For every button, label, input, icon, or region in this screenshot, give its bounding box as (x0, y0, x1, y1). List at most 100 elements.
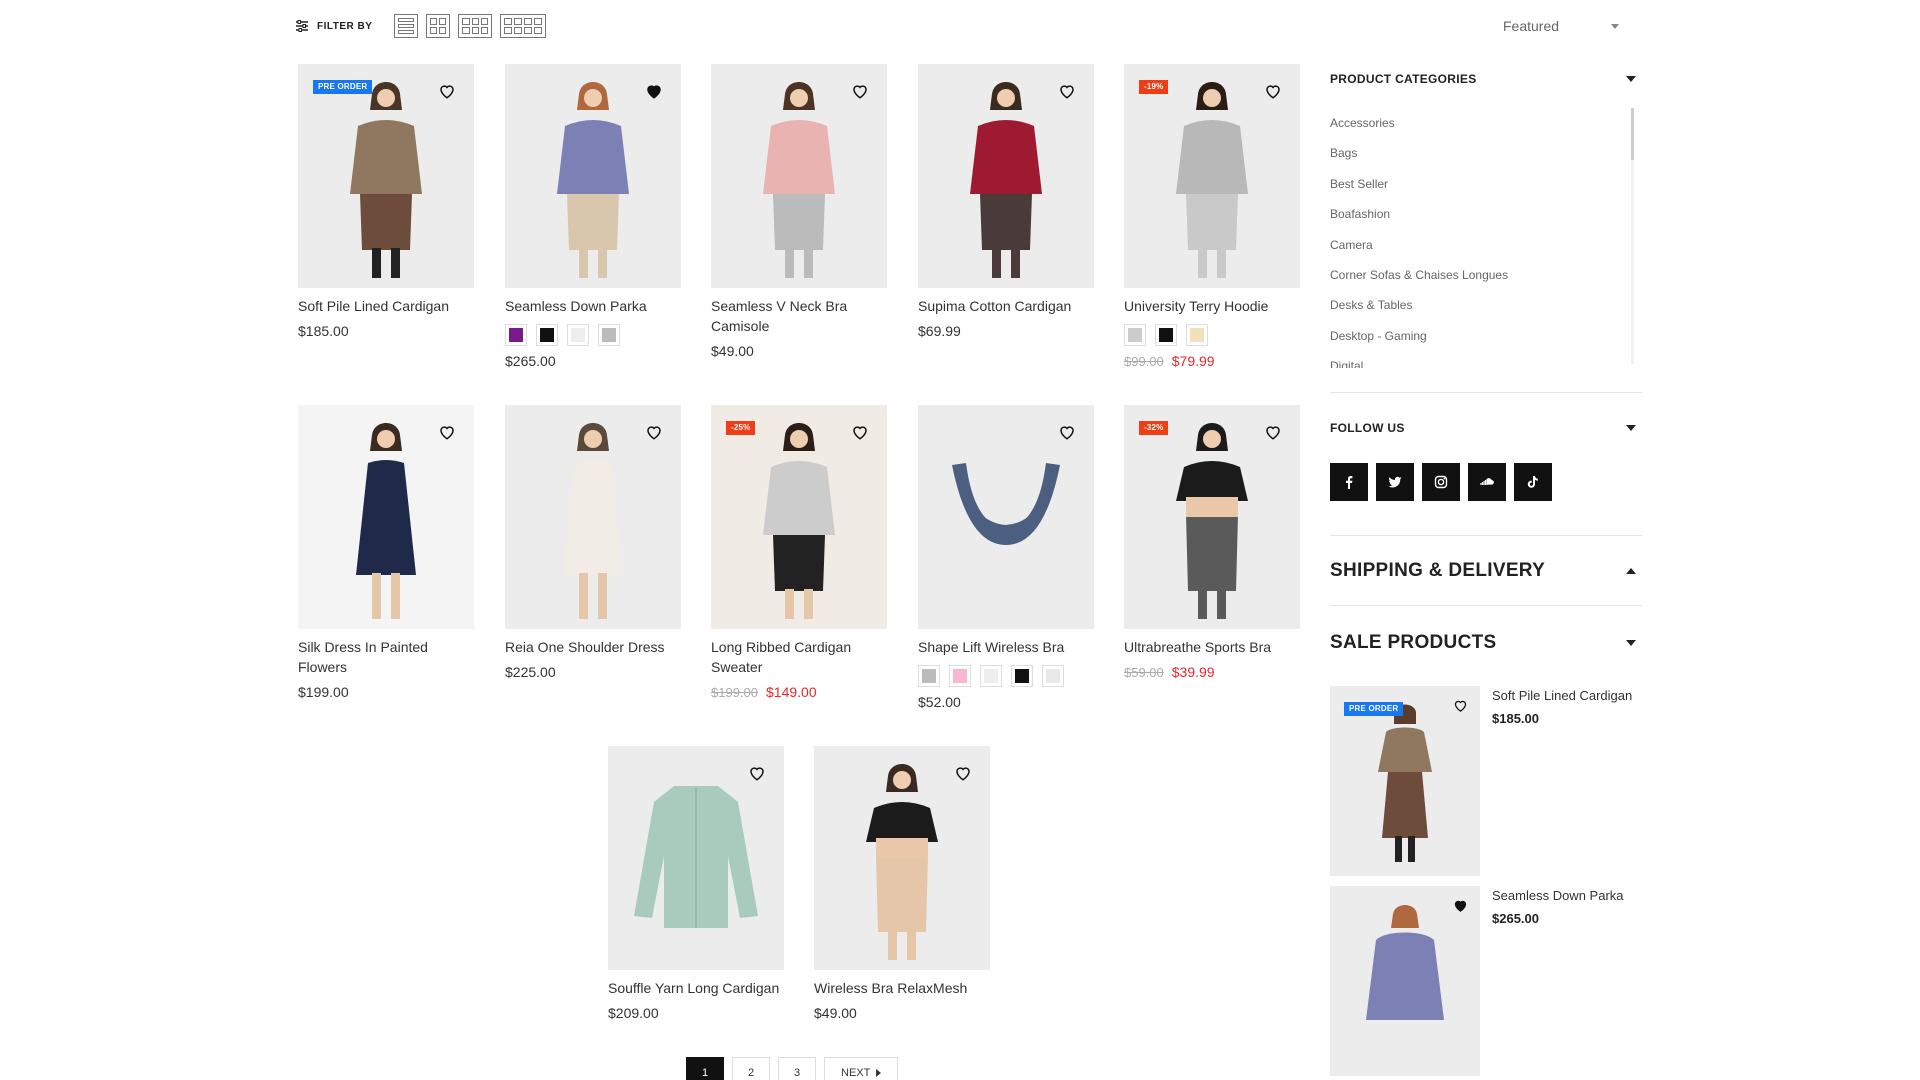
product-price: $199.00 (298, 684, 474, 700)
instagram-icon[interactable] (1422, 463, 1460, 501)
shipping-delivery-toggle[interactable]: SHIPPING & DELIVERY (1330, 560, 1642, 582)
sale-products-toggle[interactable]: SALE PRODUCTS (1330, 632, 1642, 654)
product-name[interactable]: Soft Pile Lined Cardigan (298, 296, 474, 316)
list-view-icon[interactable] (394, 14, 419, 38)
product-name[interactable]: Ultrabreathe Sports Bra (1124, 637, 1300, 657)
divider (1330, 535, 1642, 536)
grid-4-view-icon[interactable] (500, 14, 547, 38)
heart-icon[interactable] (438, 82, 456, 100)
heart-icon[interactable] (1453, 698, 1468, 713)
tiktok-icon[interactable] (1514, 463, 1552, 501)
heart-icon[interactable] (438, 423, 456, 441)
product-name[interactable]: Reia One Shoulder Dress (505, 637, 681, 657)
color-swatch[interactable] (949, 665, 971, 687)
heart-icon[interactable] (1058, 423, 1076, 441)
soundcloud-icon[interactable] (1468, 463, 1506, 501)
product-name[interactable]: Wireless Bra RelaxMesh (814, 978, 990, 998)
product-price: $225.00 (505, 664, 681, 680)
page-button-2[interactable]: 2 (732, 1057, 770, 1080)
categories-toggle[interactable]: PRODUCT CATEGORIES (1330, 72, 1642, 86)
heart-icon[interactable] (851, 82, 869, 100)
product-image[interactable] (608, 746, 784, 970)
sale-products-title: SALE PRODUCTS (1330, 632, 1497, 653)
color-swatch[interactable] (505, 324, 527, 346)
product-name[interactable]: Shape Lift Wireless Bra (918, 637, 1094, 657)
category-item[interactable]: Desks & Tables (1330, 290, 1642, 320)
color-swatch[interactable] (598, 324, 620, 346)
grid-2-view-icon[interactable] (426, 14, 451, 38)
color-swatch[interactable] (918, 665, 940, 687)
heart-icon[interactable] (645, 423, 663, 441)
sort-select[interactable]: Featured (1503, 14, 1627, 38)
facebook-icon[interactable] (1330, 463, 1368, 501)
category-item[interactable]: Digital (1330, 351, 1642, 368)
heart-filled-icon[interactable] (1453, 898, 1468, 913)
sale-product-info: Seamless Down Parka $265.00 (1492, 886, 1624, 1076)
heart-icon[interactable] (851, 423, 869, 441)
twitter-icon[interactable] (1376, 463, 1414, 501)
color-swatch[interactable] (1011, 665, 1033, 687)
product-name[interactable]: University Terry Hoodie (1124, 296, 1300, 316)
product-name[interactable]: Seamless Down Parka (505, 296, 681, 316)
product-name[interactable]: Seamless V Neck Bra Camisole (711, 296, 887, 336)
price-value: $265.00 (505, 353, 556, 369)
product-price: $99.00 $79.99 (1124, 353, 1300, 369)
category-item[interactable]: Best Seller (1330, 169, 1642, 199)
price-value: $49.00 (711, 343, 754, 359)
product-image[interactable]: -32% (1124, 405, 1300, 629)
heart-icon[interactable] (1264, 423, 1282, 441)
sale-product-price: $265.00 (1492, 911, 1539, 926)
product-name[interactable]: Long Ribbed Cardigan Sweater (711, 637, 887, 677)
product-card: Seamless V Neck Bra Camisole $49.00 (711, 64, 887, 359)
product-name[interactable]: Silk Dress In Painted Flowers (298, 637, 474, 677)
sale-product-image[interactable]: PRE ORDER (1330, 686, 1480, 876)
heart-icon[interactable] (954, 764, 972, 782)
product-card: Supima Cotton Cardigan $69.99 (918, 64, 1094, 339)
color-swatch[interactable] (1155, 324, 1177, 346)
category-list[interactable]: Accessories Bags Best Seller Boafashion Came… (1330, 108, 1642, 368)
follow-us-toggle[interactable]: FOLLOW US (1330, 421, 1642, 435)
page-button-1[interactable]: 1 (686, 1057, 724, 1080)
product-image[interactable]: PRE ORDER (298, 64, 474, 288)
product-card: PRE ORDER Soft Pile Lined Cardigan $185.00 (298, 64, 474, 339)
original-price: $59.00 (1124, 665, 1164, 680)
product-image[interactable] (505, 405, 681, 629)
color-swatch[interactable] (567, 324, 589, 346)
color-swatch[interactable] (1186, 324, 1208, 346)
sale-product-name[interactable]: Seamless Down Parka (1492, 888, 1624, 903)
category-item[interactable]: Bags (1330, 138, 1642, 168)
category-item[interactable]: Boafashion (1330, 199, 1642, 229)
product-name[interactable]: Souffle Yarn Long Cardigan (608, 978, 784, 998)
sale-price: $149.00 (766, 684, 817, 700)
heart-icon[interactable] (1264, 82, 1282, 100)
filter-by-button[interactable]: FILTER BY (295, 19, 372, 33)
product-image[interactable]: -19% (1124, 64, 1300, 288)
sale-product-name[interactable]: Soft Pile Lined Cardigan (1492, 688, 1632, 703)
product-image[interactable] (298, 405, 474, 629)
color-swatch[interactable] (1042, 665, 1064, 687)
grid-3-view-icon[interactable] (458, 14, 493, 38)
color-swatch[interactable] (1124, 324, 1146, 346)
product-image[interactable] (814, 746, 990, 970)
category-item[interactable]: Accessories (1330, 108, 1642, 138)
category-item[interactable]: Desktop - Gaming (1330, 321, 1642, 351)
category-item[interactable]: Camera (1330, 230, 1642, 260)
category-item[interactable]: Corner Sofas & Chaises Longues (1330, 260, 1642, 290)
color-swatch[interactable] (980, 665, 1002, 687)
product-image[interactable] (918, 405, 1094, 629)
heart-icon[interactable] (748, 764, 766, 782)
product-image[interactable]: -25% (711, 405, 887, 629)
heart-filled-icon[interactable] (645, 82, 663, 100)
product-image[interactable] (711, 64, 887, 288)
page-button-3[interactable]: 3 (778, 1057, 816, 1080)
caret-down-icon (1626, 640, 1636, 646)
product-image[interactable] (505, 64, 681, 288)
category-scrollbar[interactable] (1631, 108, 1634, 364)
discount-badge: -19% (1139, 80, 1169, 94)
heart-icon[interactable] (1058, 82, 1076, 100)
sale-product-image[interactable] (1330, 886, 1480, 1076)
next-page-button[interactable]: NEXT (824, 1057, 899, 1080)
product-image[interactable] (918, 64, 1094, 288)
color-swatch[interactable] (536, 324, 558, 346)
product-name[interactable]: Supima Cotton Cardigan (918, 296, 1094, 316)
